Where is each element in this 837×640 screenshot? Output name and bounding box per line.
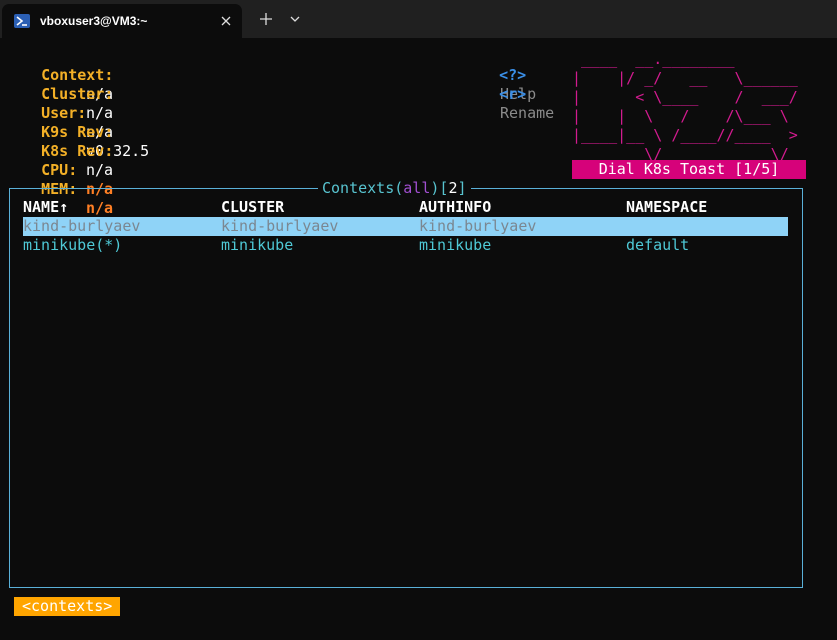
cell-name: minikube(*) — [23, 236, 123, 254]
table-filter: all — [403, 179, 431, 197]
toast-message: Dial K8s Toast [1/5] — [572, 160, 806, 179]
breadcrumb: <contexts> — [14, 597, 121, 616]
shortcut-help[interactable]: <?> Help — [463, 47, 536, 103]
cell-cluster: kind-burlyaev — [221, 217, 339, 235]
terminal-content[interactable]: Context: n/a Cluster: n/a User: n/a K9s … — [0, 38, 837, 640]
close-icon[interactable] — [218, 13, 234, 29]
info-k9s-rev: K9s Rev: v0.32.5 — [41, 123, 150, 160]
window-tab-bar: vboxuser3@VM3:~ — [0, 0, 837, 38]
info-context: Context: n/a — [41, 66, 114, 103]
table-title: Contexts(all)[2] — [318, 179, 471, 198]
powershell-icon — [14, 14, 30, 28]
cell-namespace: default — [626, 236, 690, 254]
chevron-down-icon[interactable] — [286, 12, 304, 26]
cell-authinfo: kind-burlyaev — [419, 217, 537, 235]
info-cpu: CPU: n/a — [41, 161, 114, 198]
info-mem: MEM: n/a — [41, 180, 114, 217]
column-header-cluster[interactable]: CLUSTER — [221, 198, 284, 217]
info-cluster: Cluster: n/a — [41, 85, 114, 122]
cell-cluster: minikube — [221, 236, 294, 254]
tab-title: vboxuser3@VM3:~ — [40, 14, 148, 28]
table-row[interactable]: minikube(*) minikube minikube default — [23, 236, 788, 255]
table-row[interactable]: kind-burlyaev kind-burlyaev kind-burlyae… — [23, 217, 788, 236]
plus-icon[interactable] — [257, 10, 275, 28]
cell-name: kind-burlyaev — [23, 217, 141, 235]
cell-authinfo: minikube — [419, 236, 492, 254]
column-header-namespace[interactable]: NAMESPACE — [626, 198, 707, 217]
info-user: User: n/a — [41, 104, 114, 141]
shortcut-rename[interactable]: <r> Rename — [463, 66, 554, 122]
column-header-authinfo[interactable]: AUTHINFO — [419, 198, 491, 217]
column-header-name[interactable]: NAME↑ — [23, 198, 68, 217]
k9s-logo: ____ __.________ | |/ _/ __ \______ | < … — [572, 50, 798, 163]
info-k8s-rev: K8s Rev: n/a — [41, 142, 114, 179]
terminal-tab[interactable]: vboxuser3@VM3:~ — [2, 4, 242, 38]
